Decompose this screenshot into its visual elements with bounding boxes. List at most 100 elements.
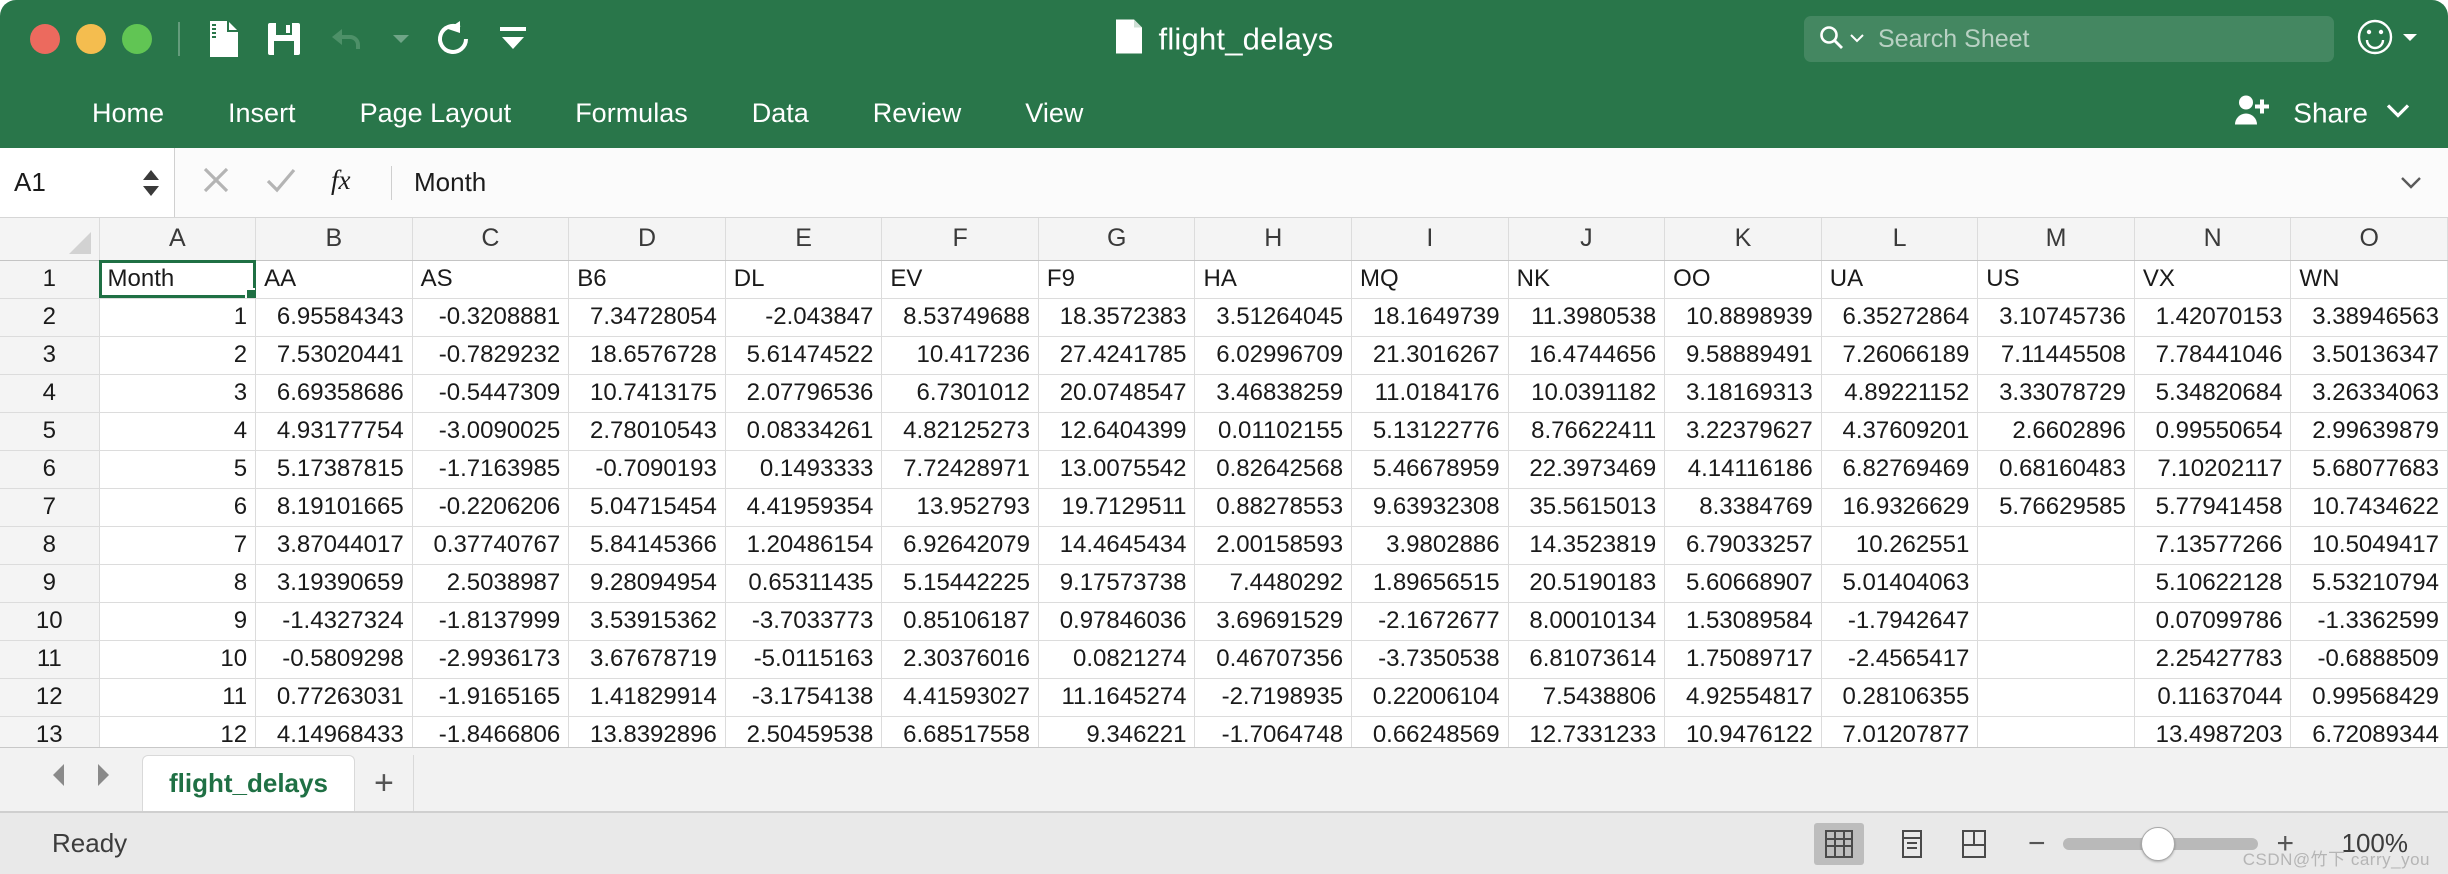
cell-D6[interactable]: -0.7090193: [568, 450, 726, 489]
close-window-button[interactable]: [30, 24, 60, 54]
cell-E9[interactable]: 0.65311435: [725, 564, 883, 603]
name-box-stepper[interactable]: [142, 169, 160, 197]
chevron-right-icon[interactable]: [94, 762, 112, 793]
cell-G3[interactable]: 27.4241785: [1038, 336, 1196, 375]
cell-L1[interactable]: UA: [1821, 260, 1979, 299]
cell-C12[interactable]: -1.9165165: [412, 678, 570, 717]
cell-F11[interactable]: 2.30376016: [881, 640, 1039, 679]
normal-view-icon[interactable]: [1813, 822, 1864, 865]
cell-B3[interactable]: 7.53020441: [255, 336, 413, 375]
cell-F6[interactable]: 7.72428971: [881, 450, 1039, 489]
cell-I2[interactable]: 18.1649739: [1351, 298, 1509, 337]
column-header-J[interactable]: J: [1508, 218, 1666, 261]
cell-H13[interactable]: -1.7064748: [1194, 716, 1353, 747]
zoom-out-button[interactable]: −: [2028, 828, 2046, 859]
cell-A9[interactable]: 8: [99, 564, 257, 603]
cell-F1[interactable]: EV: [881, 260, 1039, 299]
column-header-I[interactable]: I: [1351, 218, 1509, 261]
cell-O12[interactable]: 0.99568429: [2290, 678, 2448, 717]
check-icon[interactable]: [265, 165, 297, 200]
column-header-N[interactable]: N: [2134, 218, 2292, 261]
share-dropdown-icon[interactable]: [2386, 103, 2410, 123]
cell-J10[interactable]: 8.00010134: [1508, 602, 1666, 641]
column-header-A[interactable]: A: [99, 218, 257, 261]
cell-O11[interactable]: -0.6888509: [2290, 640, 2448, 679]
cell-B11[interactable]: -0.5809298: [255, 640, 413, 679]
cell-B10[interactable]: -1.4327324: [255, 602, 413, 641]
row-header-3[interactable]: 3: [0, 336, 100, 375]
cell-H9[interactable]: 7.4480292: [1194, 564, 1353, 603]
cell-E11[interactable]: -5.0115163: [725, 640, 883, 679]
undo-dropdown-icon[interactable]: [392, 33, 410, 45]
cell-M12[interactable]: [1977, 678, 2135, 717]
cell-L6[interactable]: 6.82769469: [1821, 450, 1979, 489]
cell-M11[interactable]: [1977, 640, 2135, 679]
tab-page-layout[interactable]: Page Layout: [328, 78, 544, 148]
cell-A12[interactable]: 11: [99, 678, 257, 717]
cell-O6[interactable]: 5.68077683: [2290, 450, 2448, 489]
cell-L2[interactable]: 6.35272864: [1821, 298, 1979, 337]
column-header-F[interactable]: F: [881, 218, 1039, 261]
cell-O7[interactable]: 10.7434622: [2290, 488, 2448, 527]
cell-M3[interactable]: 7.11445508: [1977, 336, 2135, 375]
cell-K4[interactable]: 3.18169313: [1664, 374, 1822, 413]
cell-K3[interactable]: 9.58889491: [1664, 336, 1822, 375]
cell-J1[interactable]: NK: [1508, 260, 1666, 299]
cell-D1[interactable]: B6: [568, 260, 726, 299]
cell-H7[interactable]: 0.88278553: [1194, 488, 1353, 527]
cell-A6[interactable]: 5: [99, 450, 257, 489]
cell-D11[interactable]: 3.67678719: [568, 640, 726, 679]
cell-G8[interactable]: 14.4645434: [1038, 526, 1196, 565]
cell-M4[interactable]: 3.33078729: [1977, 374, 2135, 413]
cell-B9[interactable]: 3.19390659: [255, 564, 413, 603]
tab-home[interactable]: Home: [60, 78, 196, 148]
smiley-dropdown-icon[interactable]: [2402, 30, 2418, 48]
cell-I13[interactable]: 0.66248569: [1351, 716, 1509, 747]
cell-J3[interactable]: 16.4744656: [1508, 336, 1666, 375]
cell-D13[interactable]: 13.8392896: [568, 716, 726, 747]
cell-A4[interactable]: 3: [99, 374, 257, 413]
fx-icon[interactable]: fx: [331, 164, 365, 201]
customize-toolbar-icon[interactable]: [498, 25, 528, 53]
undo-icon[interactable]: [328, 23, 366, 55]
cell-K5[interactable]: 3.22379627: [1664, 412, 1822, 451]
cell-H8[interactable]: 2.00158593: [1194, 526, 1353, 565]
cell-F3[interactable]: 10.417236: [881, 336, 1039, 375]
cell-F7[interactable]: 13.952793: [881, 488, 1039, 527]
cell-B2[interactable]: 6.95584343: [255, 298, 413, 337]
cell-L11[interactable]: -2.4565417: [1821, 640, 1979, 679]
cell-J6[interactable]: 22.3973469: [1508, 450, 1666, 489]
cell-E2[interactable]: -2.043847: [725, 298, 883, 337]
cell-M7[interactable]: 5.76629585: [1977, 488, 2135, 527]
column-header-C[interactable]: C: [412, 218, 570, 261]
cell-K11[interactable]: 1.75089717: [1664, 640, 1822, 679]
cell-G11[interactable]: 0.0821274: [1038, 640, 1196, 679]
cell-C11[interactable]: -2.9936173: [412, 640, 570, 679]
cell-I3[interactable]: 21.3016267: [1351, 336, 1509, 375]
cell-A2[interactable]: 1: [99, 298, 257, 337]
column-header-B[interactable]: B: [255, 218, 413, 261]
cell-N9[interactable]: 5.10622128: [2134, 564, 2292, 603]
cell-C3[interactable]: -0.7829232: [412, 336, 570, 375]
cell-I9[interactable]: 1.89656515: [1351, 564, 1509, 603]
cell-A7[interactable]: 6: [99, 488, 257, 527]
close-icon[interactable]: [201, 165, 231, 200]
row-header-9[interactable]: 9: [0, 564, 100, 603]
cell-J4[interactable]: 10.0391182: [1508, 374, 1666, 413]
column-header-K[interactable]: K: [1664, 218, 1822, 261]
row-header-2[interactable]: 2: [0, 298, 100, 337]
chevron-left-icon[interactable]: [50, 762, 68, 793]
add-sheet-button[interactable]: +: [355, 755, 413, 811]
cell-D8[interactable]: 5.84145366: [568, 526, 726, 565]
cell-O2[interactable]: 3.38946563: [2290, 298, 2448, 337]
column-header-E[interactable]: E: [725, 218, 883, 261]
cell-M1[interactable]: US: [1977, 260, 2135, 299]
cell-E4[interactable]: 2.07796536: [725, 374, 883, 413]
new-document-icon[interactable]: [206, 20, 240, 58]
cell-F12[interactable]: 4.41593027: [881, 678, 1039, 717]
cell-N5[interactable]: 0.99550654: [2134, 412, 2292, 451]
cell-F4[interactable]: 6.7301012: [881, 374, 1039, 413]
cell-L5[interactable]: 4.37609201: [1821, 412, 1979, 451]
cell-L3[interactable]: 7.26066189: [1821, 336, 1979, 375]
share-button[interactable]: Share: [2233, 94, 2410, 133]
